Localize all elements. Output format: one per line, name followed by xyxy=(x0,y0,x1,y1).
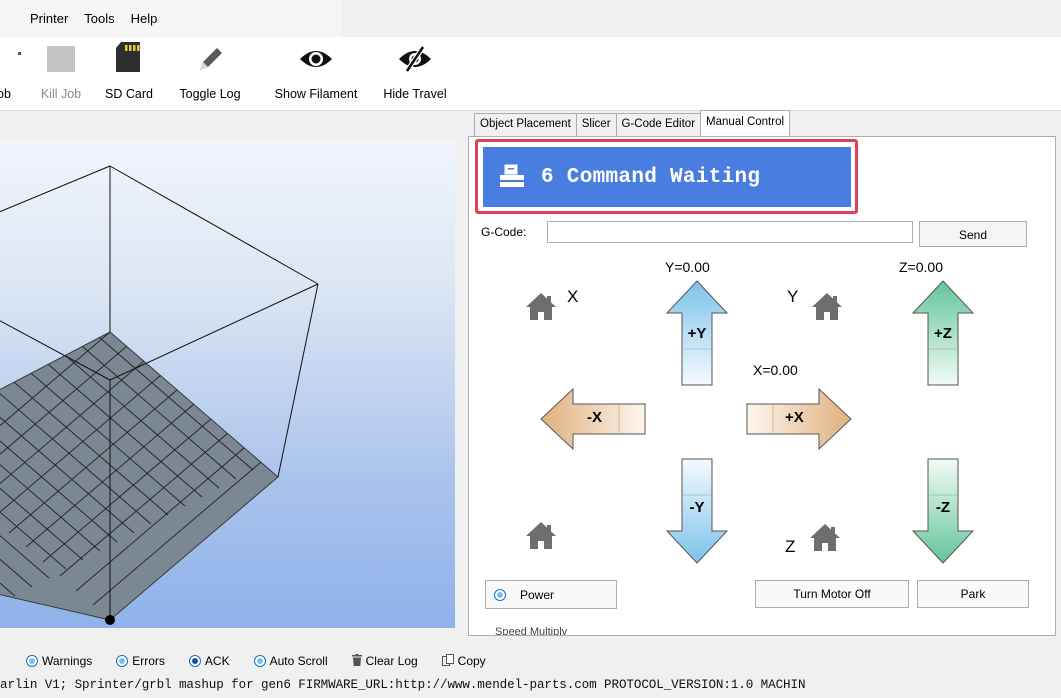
print-bed-view xyxy=(0,165,319,625)
copy-button[interactable]: Copy xyxy=(441,653,486,669)
sd-card-label: SD Card xyxy=(105,87,153,101)
home-icon xyxy=(526,293,556,320)
log-line: arlin V1; Sprinter/grbl mashup for gen6 … xyxy=(0,678,806,692)
gcode-input[interactable] xyxy=(547,221,913,243)
errors-toggle[interactable]: Errors xyxy=(116,654,165,668)
y-position-readout: Y=0.00 xyxy=(665,259,710,275)
tab-gcode-editor[interactable]: G-Code Editor xyxy=(615,113,702,137)
ack-toggle[interactable]: ACK xyxy=(188,654,230,668)
home-x-button[interactable] xyxy=(525,290,557,325)
show-filament-button[interactable]: Show Filament xyxy=(262,37,370,110)
kill-job-button[interactable]: Kill Job xyxy=(32,37,90,110)
copy-label: Copy xyxy=(457,654,486,668)
home-icon xyxy=(812,293,842,320)
run-job-icon xyxy=(18,45,22,59)
ack-label: ACK xyxy=(204,654,230,668)
warnings-label: Warnings xyxy=(42,654,93,668)
home-x-label: X xyxy=(567,287,579,306)
jog-plus-y-button[interactable]: +Y xyxy=(665,279,729,387)
copy-icon xyxy=(441,653,454,669)
speed-multiply-label: Speed Multiply xyxy=(495,626,568,636)
send-button[interactable]: Send xyxy=(919,221,1027,247)
trash-icon xyxy=(351,653,362,669)
jog-plus-x-button[interactable]: +X xyxy=(745,387,855,451)
power-label: Power xyxy=(520,587,555,602)
home-z-button[interactable] xyxy=(809,521,841,556)
tab-slicer[interactable]: Slicer xyxy=(575,113,617,137)
auto-scroll-toggle[interactable]: Auto Scroll xyxy=(253,654,328,668)
jog-plus-z-button[interactable]: +Z xyxy=(911,279,975,387)
kill-job-icon xyxy=(46,45,76,76)
turn-motor-off-button[interactable]: Turn Motor Off xyxy=(755,580,909,608)
menu-printer[interactable]: Printer xyxy=(30,11,68,26)
home-icon xyxy=(526,522,556,549)
home-y-label: Y xyxy=(787,287,799,306)
z-position-readout: Z=0.00 xyxy=(899,259,943,275)
clear-log-label: Clear Log xyxy=(365,654,418,668)
radio-icon xyxy=(26,655,38,667)
clear-log-button[interactable]: Clear Log xyxy=(351,653,418,669)
hide-travel-button[interactable]: Hide Travel xyxy=(368,37,462,110)
x-position-readout: X=0.00 xyxy=(753,362,798,378)
status-text: 6 Command Waiting xyxy=(541,165,761,189)
tab-manual-control[interactable]: Manual Control xyxy=(700,110,791,137)
jog-minus-z-label: -Z xyxy=(935,499,951,516)
printer-status-bar: 6 Command Waiting xyxy=(483,147,851,207)
manual-control-panel: 6 Command Waiting G-Code: Send Y=0.00 Z=… xyxy=(468,136,1056,636)
menu-help[interactable]: Help xyxy=(131,11,158,26)
toggle-log-button[interactable]: Toggle Log xyxy=(166,37,254,110)
jog-minus-x-button[interactable]: -X xyxy=(539,387,649,451)
toolbar: ob Kill Job SD Card Toggle Log Show Fila… xyxy=(0,37,1061,110)
printer-icon xyxy=(499,164,525,191)
eye-slash-icon xyxy=(398,45,432,76)
run-job-button[interactable]: ob xyxy=(0,37,26,110)
errors-label: Errors xyxy=(132,654,165,668)
home-all-button[interactable] xyxy=(525,519,557,554)
home-y-button[interactable] xyxy=(811,290,843,325)
auto-scroll-label: Auto Scroll xyxy=(269,654,328,668)
jog-plus-z-label: +Z xyxy=(934,325,952,342)
3d-viewport[interactable] xyxy=(0,140,455,628)
warnings-toggle[interactable]: Warnings xyxy=(26,654,92,668)
toggle-log-label: Toggle Log xyxy=(179,87,241,101)
home-icon xyxy=(810,524,840,551)
menu-tools[interactable]: Tools xyxy=(84,11,114,26)
sd-card-button[interactable]: SD Card xyxy=(96,37,162,110)
home-z-label: Z xyxy=(785,537,796,556)
log-toolbar: Warnings Errors ACK Auto Scroll Clear Lo… xyxy=(0,648,1061,674)
pencil-icon xyxy=(195,45,225,78)
jog-minus-y-button[interactable]: -Y xyxy=(665,457,729,565)
tab-strip: Object Placement Slicer G-Code Editor Ma… xyxy=(474,110,791,137)
jog-minus-y-label: -Y xyxy=(689,499,705,516)
app-window: Printer Tools Help ob Kill Job SD Card T… xyxy=(0,0,1061,698)
power-indicator-icon xyxy=(494,588,506,601)
menu-bar: Printer Tools Help xyxy=(0,0,342,37)
viewport-border xyxy=(0,628,455,636)
tab-object-placement[interactable]: Object Placement xyxy=(474,113,577,137)
jog-plus-y-label: +Y xyxy=(687,325,707,342)
jog-plus-x-label: +X xyxy=(785,409,804,426)
show-filament-label: Show Filament xyxy=(274,87,358,101)
radio-icon xyxy=(188,655,201,667)
power-button[interactable]: Power xyxy=(485,580,617,609)
jog-minus-x-label: -X xyxy=(587,409,602,426)
jog-minus-z-button[interactable]: -Z xyxy=(911,457,975,565)
sd-card-icon xyxy=(112,40,146,77)
radio-icon xyxy=(116,655,129,667)
kill-job-label: Kill Job xyxy=(40,87,82,101)
hide-travel-label: Hide Travel xyxy=(383,87,447,101)
toolbar-divider xyxy=(0,110,1061,111)
radio-icon xyxy=(253,655,266,667)
eye-icon xyxy=(299,47,333,74)
park-button[interactable]: Park xyxy=(917,580,1029,608)
run-job-label: ob xyxy=(0,87,11,101)
gcode-label: G-Code: xyxy=(481,225,527,239)
